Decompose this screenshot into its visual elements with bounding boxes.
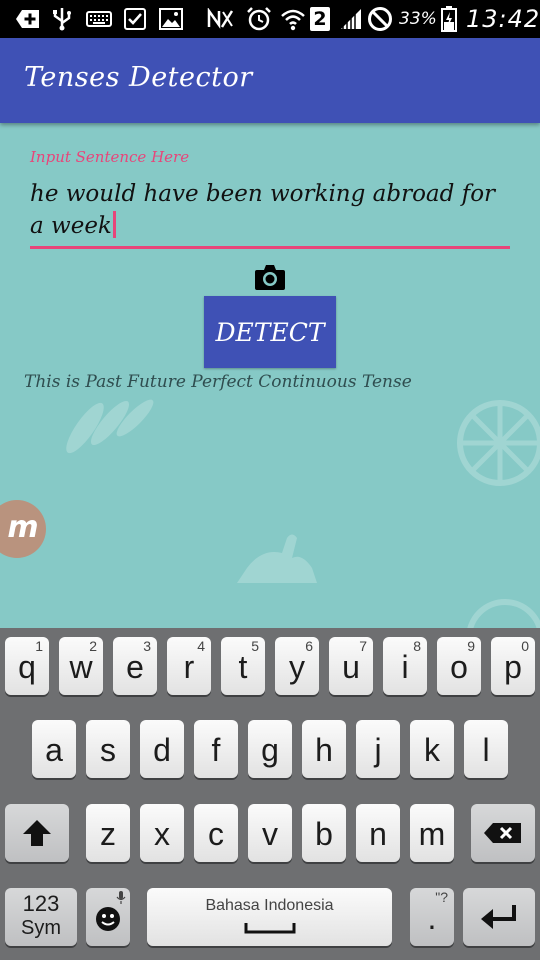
sim-2-icon: 2 — [310, 7, 330, 31]
result-text: This is Past Future Perfect Continuous T… — [24, 372, 412, 392]
key-hint: 0 — [521, 638, 529, 654]
key-j[interactable]: j — [356, 720, 400, 778]
key-w[interactable]: w2 — [59, 637, 103, 695]
camera-icon — [255, 265, 285, 290]
key-hint: 1 — [35, 638, 43, 654]
key-t[interactable]: t5 — [221, 637, 265, 695]
backspace-key[interactable] — [471, 804, 535, 862]
key-h[interactable]: h — [302, 720, 346, 778]
key-m[interactable]: m — [410, 804, 454, 862]
image-icon — [158, 6, 184, 32]
alarm-icon — [246, 6, 272, 32]
input-label: Input Sentence Here — [30, 148, 190, 166]
key-v[interactable]: v — [248, 804, 292, 862]
clock: 13:42 — [466, 5, 540, 33]
key-label: t — [238, 649, 248, 685]
key-k[interactable]: k — [410, 720, 454, 778]
main-content: Input Sentence Here he would have been w… — [0, 123, 540, 628]
app-title: Tenses Detector — [24, 62, 253, 93]
key-hint: 3 — [143, 638, 151, 654]
signal-icon — [338, 6, 364, 32]
key-label: p — [504, 649, 522, 685]
key-q[interactable]: q1 — [5, 637, 49, 695]
emoji-icon — [96, 907, 120, 931]
key-label: q — [18, 649, 36, 685]
space-key[interactable]: Bahasa Indonesia — [147, 888, 392, 946]
usb-icon — [50, 6, 74, 32]
emoji-key[interactable] — [86, 888, 130, 946]
download-check-icon — [123, 6, 147, 32]
key-g[interactable]: g — [248, 720, 292, 778]
period-key[interactable]: . "? — [410, 888, 454, 946]
enter-icon — [481, 905, 516, 929]
key-hint: 8 — [413, 638, 421, 654]
battery-percent: 33% — [399, 9, 437, 29]
text-caret — [112, 211, 116, 238]
add-box-icon — [14, 6, 42, 32]
key-label: e — [126, 649, 144, 685]
key-b[interactable]: b — [302, 804, 346, 862]
key-label: u — [342, 649, 360, 685]
key-hint: 7 — [359, 638, 367, 654]
nfc-off-icon — [206, 6, 234, 32]
key-r[interactable]: r4 — [167, 637, 211, 695]
space-key-label: Bahasa Indonesia — [205, 897, 334, 914]
key-o[interactable]: o9 — [437, 637, 481, 695]
camera-button[interactable] — [254, 262, 286, 292]
input-underline — [30, 246, 510, 249]
key-s[interactable]: s — [86, 720, 130, 778]
keyboard-icon — [86, 6, 112, 32]
key-u[interactable]: u7 — [329, 637, 373, 695]
key-n[interactable]: n — [356, 804, 400, 862]
shift-arrow-icon — [23, 820, 51, 846]
space-bar-icon — [244, 923, 296, 934]
key-hint: 2 — [89, 638, 97, 654]
key-d[interactable]: d — [140, 720, 184, 778]
app-bar: Tenses Detector — [0, 38, 540, 123]
no-sync-icon — [366, 6, 394, 32]
key-hint: 5 — [251, 638, 259, 654]
symbols-key-top: 123 — [22, 891, 60, 916]
key-label: y — [289, 649, 305, 685]
key-label: r — [183, 649, 195, 685]
backspace-icon — [484, 823, 521, 843]
key-label: o — [450, 649, 468, 685]
shift-key[interactable] — [5, 804, 69, 862]
key-x[interactable]: x — [140, 804, 184, 862]
key-z[interactable]: z — [86, 804, 130, 862]
enter-key[interactable] — [463, 888, 535, 946]
wheel-doodle-icon — [457, 400, 540, 486]
key-label: i — [401, 649, 409, 685]
key-hint: 6 — [305, 638, 313, 654]
key-a[interactable]: a — [32, 720, 76, 778]
key-e[interactable]: e3 — [113, 637, 157, 695]
key-p[interactable]: p0 — [491, 637, 535, 695]
mic-icon — [116, 891, 126, 904]
symbols-key-bottom: Sym — [21, 917, 61, 939]
key-hint: 4 — [197, 638, 205, 654]
key-hint: 9 — [467, 638, 475, 654]
floating-m-badge[interactable]: m — [0, 500, 46, 558]
food-doodle-icon — [66, 399, 154, 454]
sentence-input-value: he would have been working abroad for a … — [30, 181, 496, 239]
key-l[interactable]: l — [464, 720, 508, 778]
sim-slot-number: 2 — [313, 8, 327, 30]
soft-keyboard: q1 w2 e3 r4 t5 y6 u7 i8 o9 p0 a s d f g … — [0, 628, 540, 960]
battery-icon — [440, 6, 458, 32]
period-key-hint: "? — [435, 889, 448, 905]
symbols-key[interactable]: 123 Sym — [5, 888, 77, 946]
wifi-icon — [280, 6, 306, 32]
ball-doodle-icon — [467, 599, 540, 628]
turkey-doodle-icon — [237, 534, 317, 583]
status-bar: 2 33% 13:42 — [0, 0, 540, 38]
detect-button[interactable]: DETECT — [204, 296, 336, 368]
key-i[interactable]: i8 — [383, 637, 427, 695]
key-c[interactable]: c — [194, 804, 238, 862]
sentence-input[interactable]: he would have been working abroad for a … — [30, 178, 515, 242]
key-y[interactable]: y6 — [275, 637, 319, 695]
key-f[interactable]: f — [194, 720, 238, 778]
